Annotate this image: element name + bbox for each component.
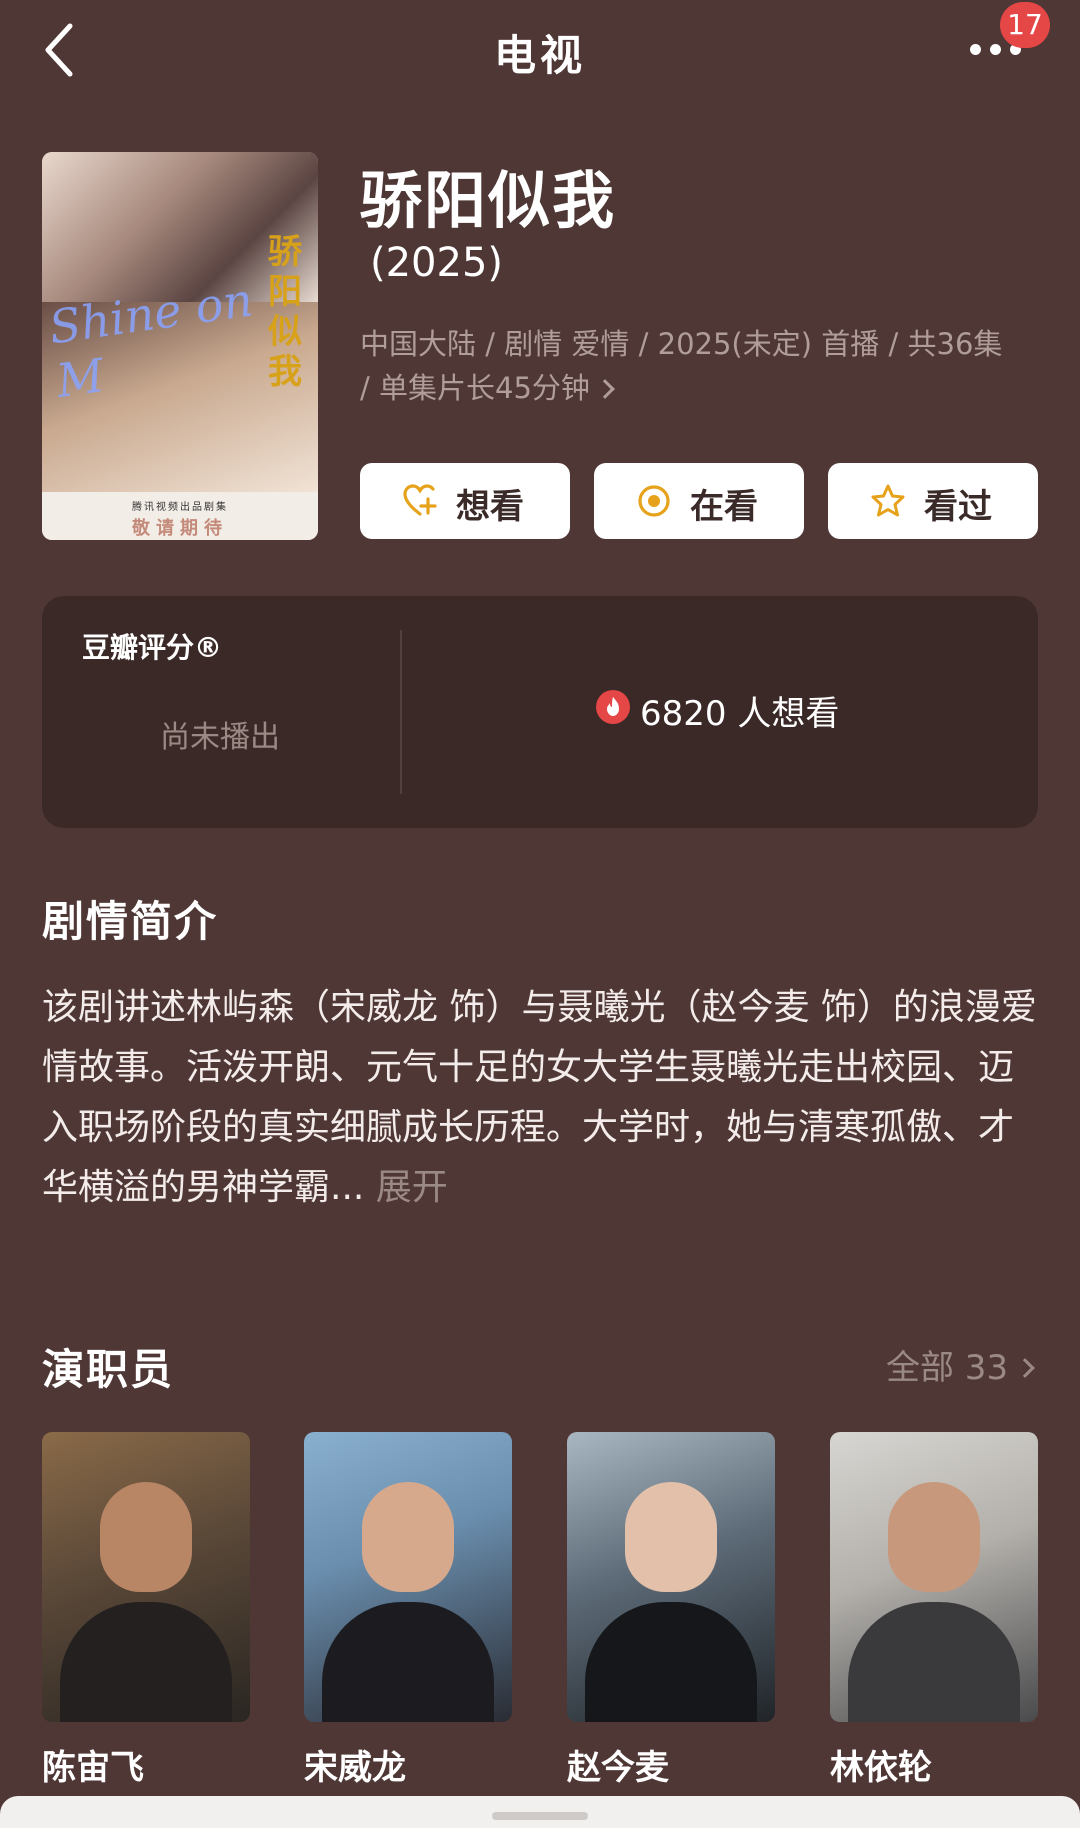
cast-name: 陈宙飞 <box>42 1748 144 1788</box>
cast-photo-figure <box>625 1482 717 1592</box>
page-title: 电视 <box>493 31 586 80</box>
rating-status: 尚未播出 <box>160 720 280 755</box>
cast-photo-figure <box>60 1602 232 1722</box>
cast-photo <box>304 1432 512 1722</box>
douban-rating-label: 豆瓣评分® <box>82 631 223 664</box>
summary-text: 该剧讲述林屿森（宋威龙 饰）与聂曦光（赵今麦 饰）的浪漫爱情故事。活泼开朗、元气… <box>42 987 1037 1208</box>
cast-photo-figure <box>322 1602 494 1722</box>
more-icon-dot <box>990 44 1001 55</box>
chevron-right-icon <box>594 379 615 399</box>
nav-bar: 电视 17 <box>0 0 1080 110</box>
heart-plus-icon <box>403 484 437 516</box>
summary-text-block: 该剧讲述林屿森（宋威龙 饰）与聂曦光（赵今麦 饰）的浪漫爱情故事。活泼开朗、元气… <box>42 978 1042 1218</box>
summary-title: 剧情简介 <box>42 897 219 946</box>
watching-label: 在看 <box>690 487 758 527</box>
cast-photo-figure <box>848 1602 1020 1722</box>
want-count: 6820 人想看 <box>640 694 840 734</box>
fire-icon <box>596 690 630 724</box>
cast-member[interactable]: 林依轮 <box>830 1432 1038 1789</box>
cast-member[interactable]: 赵今麦 <box>567 1432 775 1789</box>
cast-title: 演职员 <box>42 1345 175 1394</box>
home-indicator[interactable] <box>492 1812 588 1820</box>
cast-member[interactable]: 宋威龙 <box>304 1432 512 1789</box>
cast-name: 林依轮 <box>830 1748 932 1788</box>
cast-photo-figure <box>100 1482 192 1592</box>
cast-name: 宋威龙 <box>304 1748 406 1788</box>
show-title: 骄阳似我 <box>360 164 617 237</box>
show-meta-text: 中国大陆 / 剧情 爱情 / 2025(未定) 首播 / 共36集 / 单集片长… <box>360 327 1003 405</box>
watching-button[interactable]: 在看 <box>594 463 804 539</box>
cast-photo <box>42 1432 250 1722</box>
cast-name: 赵今麦 <box>567 1748 669 1788</box>
want-to-watch-label: 想看 <box>456 487 524 527</box>
expand-link[interactable]: 展开 <box>376 1167 448 1208</box>
star-icon <box>871 484 905 517</box>
more-icon <box>970 44 981 55</box>
rating-card[interactable]: 豆瓣评分® 尚未播出 6820 人想看 <box>42 596 1038 828</box>
notification-badge: 17 <box>1000 2 1050 48</box>
cast-photo-figure <box>362 1482 454 1592</box>
show-poster[interactable]: Shine on M 骄阳似我 腾讯视频出品剧集 敬请期待 <box>42 152 318 540</box>
watched-label: 看过 <box>924 487 992 527</box>
want-to-watch-button[interactable]: 想看 <box>360 463 570 539</box>
poster-strip-big: 敬请期待 <box>132 518 228 539</box>
all-cast-label: 全部 33 <box>886 1348 1009 1388</box>
poster-calligraphy: 骄阳似我 <box>268 232 302 392</box>
cast-photo-figure <box>888 1482 980 1592</box>
circle-dot-icon <box>638 485 670 517</box>
watched-button[interactable]: 看过 <box>828 463 1038 539</box>
show-meta[interactable]: 中国大陆 / 剧情 爱情 / 2025(未定) 首播 / 共36集 / 单集片长… <box>360 322 1010 410</box>
chevron-right-icon <box>1015 1358 1035 1378</box>
cast-photo-figure <box>585 1602 757 1722</box>
cast-photo <box>567 1432 775 1722</box>
all-cast-link[interactable]: 全部 33 <box>886 1340 1035 1389</box>
show-year: (2025) <box>370 240 504 286</box>
poster-strip-small: 腾讯视频出品剧集 <box>132 502 228 513</box>
cast-photo <box>830 1432 1038 1722</box>
cast-member[interactable]: 陈宙飞 <box>42 1432 250 1789</box>
divider <box>400 630 402 794</box>
